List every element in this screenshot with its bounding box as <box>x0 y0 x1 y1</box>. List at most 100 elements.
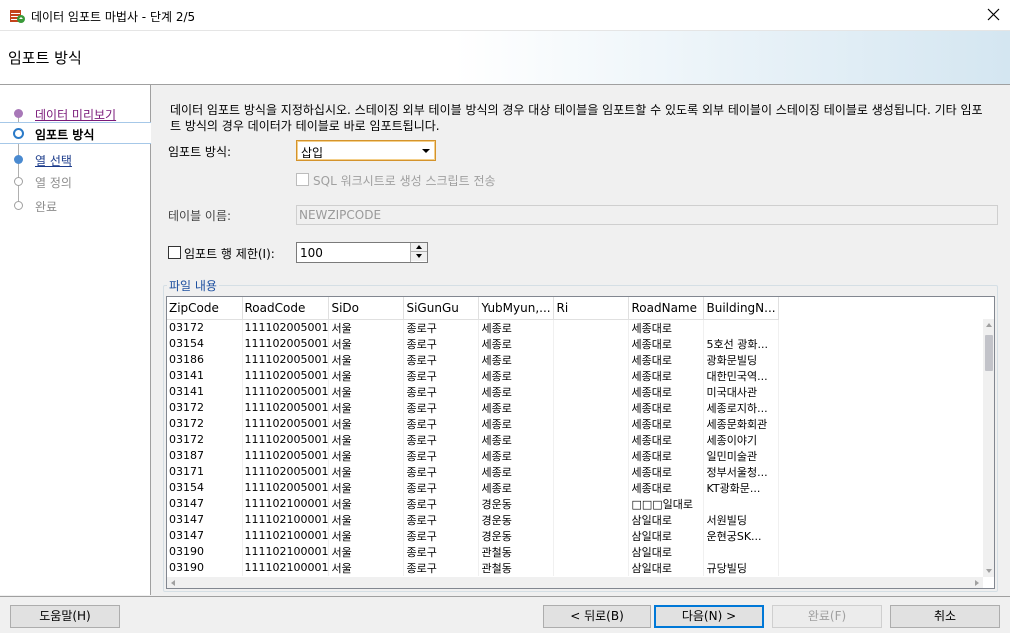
table-row[interactable]: 03172 111102005001 서울 종로구 세종로 세종대로 <box>167 319 780 336</box>
table-row[interactable]: 03154 111102005001 서울 종로구 세종로 세종대로 KT광화문... <box>167 479 780 496</box>
table-cell <box>553 559 630 576</box>
table-cell: 03147 <box>167 511 243 528</box>
table-cell: 03186 <box>167 351 243 368</box>
table-cell: 서울 <box>328 367 405 384</box>
table-row[interactable]: 03141 111102005001 서울 종로구 세종로 세종대로 대한민국역... <box>167 367 780 384</box>
file-contents-label: 파일 내용 <box>167 277 219 294</box>
column-header[interactable]: YubMyun,... <box>478 297 555 320</box>
close-button[interactable] <box>980 2 1008 28</box>
table-row[interactable]: 03147 111102100001 서울 종로구 경운동 삼일대로 서원빌딩 <box>167 511 780 528</box>
table-cell: 03190 <box>167 543 243 560</box>
column-header[interactable]: ZipCode <box>167 297 243 320</box>
chevron-down-icon <box>422 149 430 153</box>
table-cell: 세종대로 <box>628 367 705 384</box>
table-cell <box>553 383 630 400</box>
close-icon <box>987 8 1000 21</box>
table-cell: 운현궁SK... <box>703 527 780 544</box>
table-row[interactable]: 03172 111102005001 서울 종로구 세종로 세종대로 세종문화회관 <box>167 415 780 432</box>
nav-step-label: 열 정의 <box>35 176 72 190</box>
nav-step-import-method[interactable]: 임포트 방식 <box>0 122 151 144</box>
horizontal-scrollbar[interactable] <box>167 577 983 588</box>
table-row[interactable]: 03187 111102005001 서울 종로구 세종로 세종대로 일민미술관 <box>167 447 780 464</box>
table-cell: 종로구 <box>403 511 480 528</box>
table-cell: 삼일대로 <box>628 511 705 528</box>
table-cell: 종로구 <box>403 527 480 544</box>
table-row[interactable]: 03141 111102005001 서울 종로구 세종로 세종대로 미국대사관 <box>167 383 780 400</box>
table-cell: 삼일대로 <box>628 543 705 560</box>
table-cell <box>553 495 630 512</box>
table-cell <box>553 479 630 496</box>
nav-step-label: 열 선택 <box>35 154 72 168</box>
table-cell <box>553 335 630 352</box>
table-row[interactable]: 03172 111102005001 서울 종로구 세종로 세종대로 세종이야기 <box>167 431 780 448</box>
table-body: 03172 111102005001 서울 종로구 세종로 세종대로 03154 111102… <box>167 319 780 576</box>
table-cell: 종로구 <box>403 543 480 560</box>
vertical-scrollbar[interactable] <box>983 319 994 577</box>
table-cell: 세종로 <box>478 415 555 432</box>
table-cell: 서울 <box>328 431 405 448</box>
table-row[interactable]: 03190 111102100001 서울 종로구 관철동 삼일대로 <box>167 543 780 560</box>
next-button[interactable]: 다음(N) > <box>654 605 764 628</box>
column-header[interactable]: RoadCode <box>242 297 330 320</box>
table-row[interactable]: 03186 111102005001 서울 종로구 세종로 세종대로 광화문빌딩 <box>167 351 780 368</box>
table-cell: 종로구 <box>403 479 480 496</box>
table-cell: 종로구 <box>403 463 480 480</box>
table-cell: 정부서울청... <box>703 463 780 480</box>
title-bar: 데이터 임포트 마법사 - 단계 2/5 <box>0 0 1010 31</box>
table-cell: 111102100001 <box>242 495 330 512</box>
table-cell: 03141 <box>167 367 243 384</box>
table-cell: 서울 <box>328 495 405 512</box>
table-row[interactable]: 03147 111102100001 서울 종로구 경운동 □□□일대로 <box>167 495 780 512</box>
stepper-up-button[interactable] <box>411 243 427 252</box>
table-row[interactable]: 03147 111102100001 서울 종로구 경운동 삼일대로 운현궁SK... <box>167 527 780 544</box>
table-row[interactable]: 03154 111102005001 서울 종로구 세종로 세종대로 5호선 광화... <box>167 335 780 352</box>
data-table: ZipCode RoadCode SiDo SiGunGu YubMyun,..… <box>167 297 780 576</box>
table-row[interactable]: 03190 111102100001 서울 종로구 관철동 삼일대로 규당빌딩 <box>167 559 780 576</box>
table-cell: 종로구 <box>403 367 480 384</box>
table-cell: KT광화문... <box>703 479 780 496</box>
table-row[interactable]: 03171 111102005001 서울 종로구 세종로 세종대로 정부서울청... <box>167 463 780 480</box>
table-cell: 서울 <box>328 543 405 560</box>
table-cell <box>553 543 630 560</box>
table-cell: 세종로 <box>478 463 555 480</box>
column-header[interactable]: BuildingN... <box>703 297 780 320</box>
table-cell: 서울 <box>328 527 405 544</box>
table-cell: 세종로지하... <box>703 399 780 416</box>
import-method-dropdown[interactable]: 삽입 <box>296 140 436 161</box>
stepper-buttons <box>410 243 427 262</box>
table-cell: 세종로 <box>478 447 555 464</box>
file-contents-grid[interactable]: ZipCode RoadCode SiDo SiGunGu YubMyun,..… <box>166 296 995 589</box>
nav-step-column-definition: 열 정의 <box>0 171 151 193</box>
back-button[interactable]: < 뒤로(B) <box>543 605 651 628</box>
table-cell: 서울 <box>328 319 405 336</box>
table-cell: 서울 <box>328 463 405 480</box>
table-cell: 111102005001 <box>242 383 330 400</box>
stepper-down-button[interactable] <box>411 252 427 261</box>
cancel-button[interactable]: 취소 <box>890 605 1000 628</box>
nav-step-label: 완료 <box>35 200 58 214</box>
table-cell: 경운동 <box>478 527 555 544</box>
table-cell: 03172 <box>167 431 243 448</box>
column-header[interactable]: RoadName <box>628 297 705 320</box>
row-limit-checkbox[interactable] <box>168 246 181 259</box>
nav-step-label: 임포트 방식 <box>35 128 95 142</box>
row-limit-label: 임포트 행 제한(I): <box>184 247 275 261</box>
table-cell: 03172 <box>167 319 243 336</box>
table-cell: 111102005001 <box>242 351 330 368</box>
column-header[interactable]: Ri <box>553 297 630 320</box>
column-header[interactable]: SiDo <box>328 297 405 320</box>
table-cell: 경운동 <box>478 511 555 528</box>
instructions-text: 데이터 임포트 방식을 지정하십시오. 스테이징 외부 테이블 방식의 경우 대… <box>170 103 983 133</box>
table-cell <box>553 527 630 544</box>
help-button[interactable]: 도움말(H) <box>10 605 120 628</box>
database-app-icon <box>10 10 25 23</box>
table-cell: 종로구 <box>403 447 480 464</box>
column-header[interactable]: SiGunGu <box>403 297 480 320</box>
header-band: 임포트 방식 <box>0 31 1010 85</box>
row-limit-stepper[interactable]: 100 <box>296 242 428 263</box>
table-cell: 세종대로 <box>628 351 705 368</box>
table-cell: 111102005001 <box>242 463 330 480</box>
nav-step-column-select[interactable]: 열 선택 <box>0 149 151 171</box>
table-row[interactable]: 03172 111102005001 서울 종로구 세종로 세종대로 세종로지하... <box>167 399 780 416</box>
scroll-thumb[interactable] <box>985 335 993 371</box>
